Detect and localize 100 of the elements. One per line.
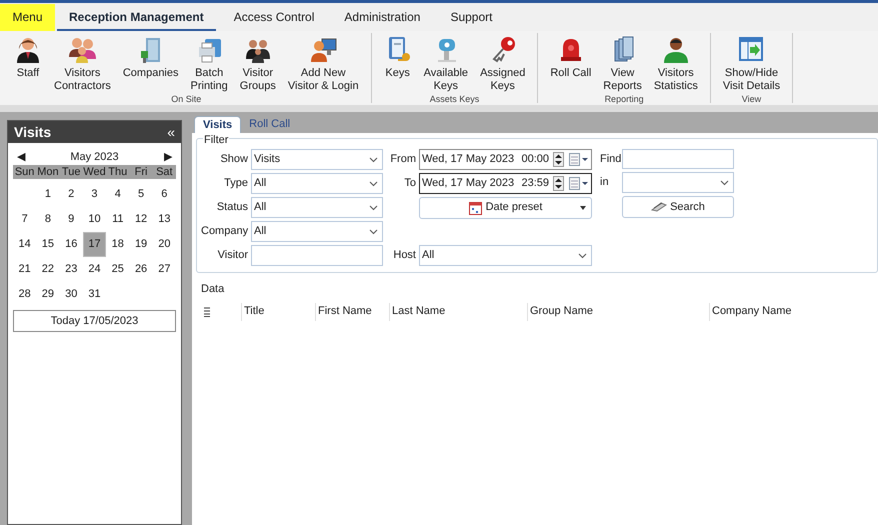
ribbon-button[interactable]: Batch Printing bbox=[184, 33, 234, 93]
calendar-day[interactable]: 16 bbox=[60, 232, 83, 257]
dropdown[interactable]: Visits bbox=[251, 149, 383, 170]
calendar-day[interactable]: 4 bbox=[106, 182, 130, 207]
calendar-day[interactable]: 22 bbox=[36, 257, 60, 282]
person-icon bbox=[662, 35, 690, 63]
calendar-day[interactable]: 15 bbox=[36, 232, 60, 257]
ribbon-button[interactable]: Visitors Contractors bbox=[48, 33, 117, 93]
menu-tab[interactable]: Access Control bbox=[222, 4, 326, 31]
calendar-dropdown-icon[interactable] bbox=[569, 177, 589, 190]
weekday-label: Tue bbox=[60, 165, 82, 179]
ribbon-button[interactable]: Roll Call bbox=[544, 33, 598, 80]
calendar-day[interactable]: 28 bbox=[13, 282, 36, 307]
ribbon-button[interactable]: Companies bbox=[116, 33, 184, 80]
date-preset-button[interactable]: Date preset bbox=[419, 196, 592, 218]
menu-tab[interactable]: Administration bbox=[332, 4, 432, 31]
chevron-down-icon bbox=[578, 252, 587, 258]
ribbon-button[interactable]: Assigned Keys bbox=[474, 33, 532, 93]
date-time-field[interactable]: Wed, 17 May 2023 00:00 bbox=[419, 149, 592, 170]
calendar-dropdown-icon[interactable] bbox=[569, 153, 589, 166]
calendar-day[interactable]: 25 bbox=[106, 257, 130, 282]
previous-month-button[interactable]: ◀ bbox=[17, 148, 25, 166]
calendar-day[interactable]: 10 bbox=[82, 207, 106, 232]
dropdown[interactable]: All bbox=[251, 221, 383, 242]
input-field[interactable] bbox=[251, 245, 383, 266]
field-label: Find bbox=[600, 152, 622, 167]
group-label: Assets Keys bbox=[430, 93, 480, 106]
search-field[interactable] bbox=[622, 149, 734, 169]
calendar-day[interactable]: 2 bbox=[60, 182, 83, 207]
spinner-icon[interactable] bbox=[553, 176, 564, 191]
field-label: in bbox=[599, 175, 610, 190]
calendar-day[interactable]: 1 bbox=[36, 182, 60, 207]
calendar-day[interactable]: 24 bbox=[82, 257, 106, 282]
column-chooser-icon[interactable] bbox=[204, 306, 210, 316]
calendar-day[interactable]: 3 bbox=[82, 182, 106, 207]
weekday-label: Mon bbox=[36, 165, 60, 179]
calendar-day[interactable]: 27 bbox=[152, 257, 176, 282]
date-time-field[interactable]: Wed, 17 May 2023 23:59 bbox=[419, 173, 592, 194]
calendar-day[interactable]: 7 bbox=[13, 207, 36, 232]
calendar-day[interactable]: 31 bbox=[82, 282, 106, 307]
tab[interactable]: Visits bbox=[194, 116, 242, 133]
group-label: Reporting bbox=[604, 93, 644, 106]
menu-tab[interactable]: Menu bbox=[0, 4, 55, 31]
people-icon bbox=[68, 35, 96, 63]
chevron-down-icon bbox=[369, 204, 378, 210]
weekday-label: Sat bbox=[155, 165, 174, 179]
calendar-day[interactable]: 13 bbox=[152, 207, 176, 232]
spinner-icon[interactable] bbox=[553, 152, 564, 167]
ribbon-button[interactable]: Visitor Groups bbox=[234, 33, 282, 93]
field-label: Type bbox=[223, 176, 249, 192]
dropdown[interactable]: All bbox=[251, 197, 383, 218]
calendar-day[interactable]: 17 bbox=[82, 232, 106, 257]
calendar-day[interactable]: 19 bbox=[129, 232, 153, 257]
field-label: To bbox=[403, 176, 417, 192]
weekday-label: Fri bbox=[134, 165, 148, 179]
field-label: Visitor bbox=[216, 248, 249, 264]
chevron-down-icon bbox=[720, 180, 729, 186]
section-title: Data bbox=[201, 282, 224, 297]
calendar-day[interactable]: 26 bbox=[129, 257, 153, 282]
weekday-label: Wed bbox=[82, 165, 106, 179]
calendar-day[interactable]: 18 bbox=[106, 232, 130, 257]
calendar-day[interactable]: 20 bbox=[152, 232, 176, 257]
field-label: Company bbox=[201, 224, 250, 240]
calendar-icon bbox=[468, 200, 482, 214]
collapse-button[interactable]: « bbox=[167, 125, 175, 139]
column-header: Title bbox=[241, 302, 315, 320]
calendar-day[interactable]: 11 bbox=[106, 207, 130, 232]
calendar-day[interactable]: 9 bbox=[60, 207, 83, 232]
ribbon-button[interactable]: Available Keys bbox=[418, 33, 474, 93]
calendar-day[interactable]: 14 bbox=[13, 232, 36, 257]
calendar-day[interactable]: 5 bbox=[129, 182, 153, 207]
next-month-button[interactable]: ▶ bbox=[164, 148, 172, 166]
ribbon-button[interactable]: Staff bbox=[8, 33, 48, 80]
ribbon-button[interactable]: Show/Hide Visit Details bbox=[716, 33, 786, 93]
column-header: First Name bbox=[315, 302, 389, 320]
panel-title: Visits bbox=[14, 122, 52, 142]
ribbon-button[interactable]: Keys bbox=[378, 33, 418, 80]
dropdown[interactable]: All bbox=[419, 245, 592, 266]
calendar-day[interactable]: 29 bbox=[36, 282, 60, 307]
weekday-label: Thu bbox=[107, 165, 128, 179]
tab[interactable]: Roll Call bbox=[241, 116, 298, 133]
ribbon-button[interactable]: Add New Visitor & Login bbox=[282, 33, 365, 93]
person-icon bbox=[14, 35, 42, 63]
today-button[interactable]: Today 17/05/2023 bbox=[13, 310, 176, 332]
field-label: Host bbox=[392, 248, 417, 264]
ribbon-button[interactable]: Visitors Statistics bbox=[648, 33, 704, 93]
calendar-day[interactable]: 30 bbox=[60, 282, 83, 307]
ribbon-button[interactable]: View Reports bbox=[597, 33, 648, 93]
dropdown[interactable]: All bbox=[251, 173, 383, 194]
calendar-day[interactable]: 23 bbox=[60, 257, 83, 282]
calendar-day[interactable]: 21 bbox=[13, 257, 36, 282]
calendar-day[interactable]: 8 bbox=[36, 207, 60, 232]
calendar-day[interactable]: 6 bbox=[152, 182, 176, 207]
binoculars-icon bbox=[651, 202, 668, 212]
search-button[interactable]: Search bbox=[622, 196, 734, 218]
menu-tab[interactable]: Support bbox=[438, 4, 504, 31]
column-header: Last Name bbox=[389, 302, 527, 320]
calendar-day[interactable]: 12 bbox=[129, 207, 153, 232]
field-label: Status bbox=[216, 200, 249, 216]
group-label: On Site bbox=[171, 93, 202, 106]
